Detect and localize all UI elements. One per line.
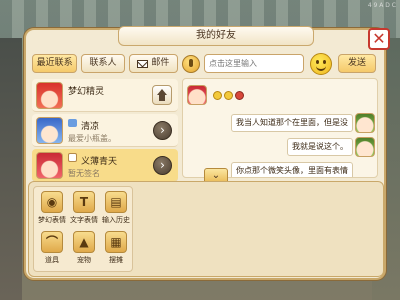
contact-list: 梦幻精灵 清凉 最爱小瓶盖。 › 义薄青天 暂无签名 › — [32, 79, 178, 182]
contact-item-selected[interactable]: 义薄青天 暂无签名 › — [32, 149, 178, 182]
chevron-right-icon[interactable]: › — [153, 156, 172, 175]
pet-icon: ▲ — [73, 231, 95, 253]
tool-label: 摆摊 — [109, 256, 123, 264]
bear-icon: ◉ — [41, 191, 63, 213]
avatar — [36, 117, 63, 144]
contact-tabs: 最近联系 联系人 邮件 — [32, 54, 178, 74]
tab-contacts[interactable]: 联系人 — [81, 54, 125, 73]
chat-column: 发送 我当人知道那个在里面，但是没 我就是说这个。 你点那个微笑头像，里面有表情 — [182, 53, 378, 180]
friends-panel: 我的好友 ✕ 最近联系 联系人 邮件 梦幻精灵 清凉 最爱小瓶盖。 › 义薄青天… — [24, 26, 390, 280]
smile-emoji-button[interactable] — [310, 53, 332, 75]
background-left-scenery — [0, 38, 22, 300]
contact-item[interactable]: 梦幻精灵 — [32, 79, 178, 112]
microphone-icon[interactable] — [182, 55, 200, 73]
avatar — [187, 85, 207, 105]
contact-item[interactable]: 清凉 最爱小瓶盖。 › — [32, 114, 178, 147]
tab-mail-label: 邮件 — [151, 58, 170, 68]
tab-mail[interactable]: 邮件 — [128, 54, 178, 73]
avatar — [36, 152, 63, 179]
tool-item[interactable]: ⌒ 道具 — [37, 231, 67, 265]
message-bubble: 我就是说这个。 — [287, 138, 353, 156]
tool-grid: ◉ 梦幻表情 T 文字表情 ▤ 输入历史 ⌒ 道具 ▲ 宠物 ▦ 摆摊 — [33, 186, 133, 272]
contact-signature: 最爱小瓶盖。 — [68, 134, 116, 143]
tool-fantasy-emoji[interactable]: ◉ 梦幻表情 — [37, 191, 67, 225]
mail-icon — [137, 59, 149, 68]
input-tools-panel: ◉ 梦幻表情 T 文字表情 ▤ 输入历史 ⌒ 道具 ▲ 宠物 ▦ 摆摊 — [28, 181, 384, 277]
tool-stall[interactable]: ▦ 摆摊 — [101, 231, 131, 265]
avatar — [355, 113, 375, 133]
chat-input-row: 发送 — [182, 53, 378, 76]
contact-name: 义薄青天 — [81, 157, 118, 167]
chat-message-incoming — [187, 85, 267, 105]
chat-history: 我当人知道那个在里面，但是没 我就是说这个。 你点那个微笑头像，里面有表情 — [182, 78, 378, 178]
tool-label: 文字表情 — [70, 216, 98, 224]
home-icon[interactable] — [152, 85, 172, 105]
close-button[interactable]: ✕ — [368, 28, 390, 50]
status-emoticon-icon — [68, 119, 77, 127]
chevron-right-icon[interactable]: › — [153, 121, 172, 140]
smile-emoji-icon — [213, 91, 222, 100]
tool-label: 宠物 — [77, 256, 91, 264]
text-icon: T — [73, 191, 95, 213]
tool-pet[interactable]: ▲ 宠物 — [69, 231, 99, 265]
send-button[interactable]: 发送 — [338, 54, 376, 73]
avatar — [36, 82, 63, 109]
contact-type-icon — [68, 153, 77, 162]
tab-recent[interactable]: 最近联系 — [32, 54, 78, 73]
tool-input-history[interactable]: ▤ 输入历史 — [101, 191, 131, 225]
tool-text-emoji[interactable]: T 文字表情 — [69, 191, 99, 225]
chat-input[interactable] — [204, 54, 304, 73]
avatar — [355, 137, 375, 157]
item-icon: ⌒ — [41, 231, 63, 253]
watermark: 4 9 A D C — [367, 2, 396, 9]
message-bubble: 我当人知道那个在里面，但是没 — [231, 114, 353, 132]
contact-name: 清凉 — [81, 122, 100, 132]
tool-label: 梦幻表情 — [38, 216, 66, 224]
tool-label: 道具 — [45, 256, 59, 264]
message-bubble: 你点那个微笑头像，里面有表情 — [231, 162, 353, 177]
tool-label: 输入历史 — [102, 216, 130, 224]
stall-icon: ▦ — [105, 231, 127, 253]
contact-name: 梦幻精灵 — [68, 87, 105, 97]
chat-message-outgoing: 我就是说这个。 — [183, 137, 377, 157]
contact-signature: 暂无签名 — [68, 169, 100, 178]
close-icon: ✕ — [372, 29, 386, 48]
panel-title: 我的好友 — [118, 26, 314, 46]
devil-emoji-icon — [235, 91, 244, 100]
contacts-column: 最近联系 联系人 邮件 梦幻精灵 清凉 最爱小瓶盖。 › 义薄青天 暂无签名 › — [32, 54, 178, 182]
smile-emoji-icon — [224, 91, 233, 100]
history-icon: ▤ — [105, 191, 127, 213]
chat-message-outgoing: 我当人知道那个在里面，但是没 — [183, 113, 377, 133]
